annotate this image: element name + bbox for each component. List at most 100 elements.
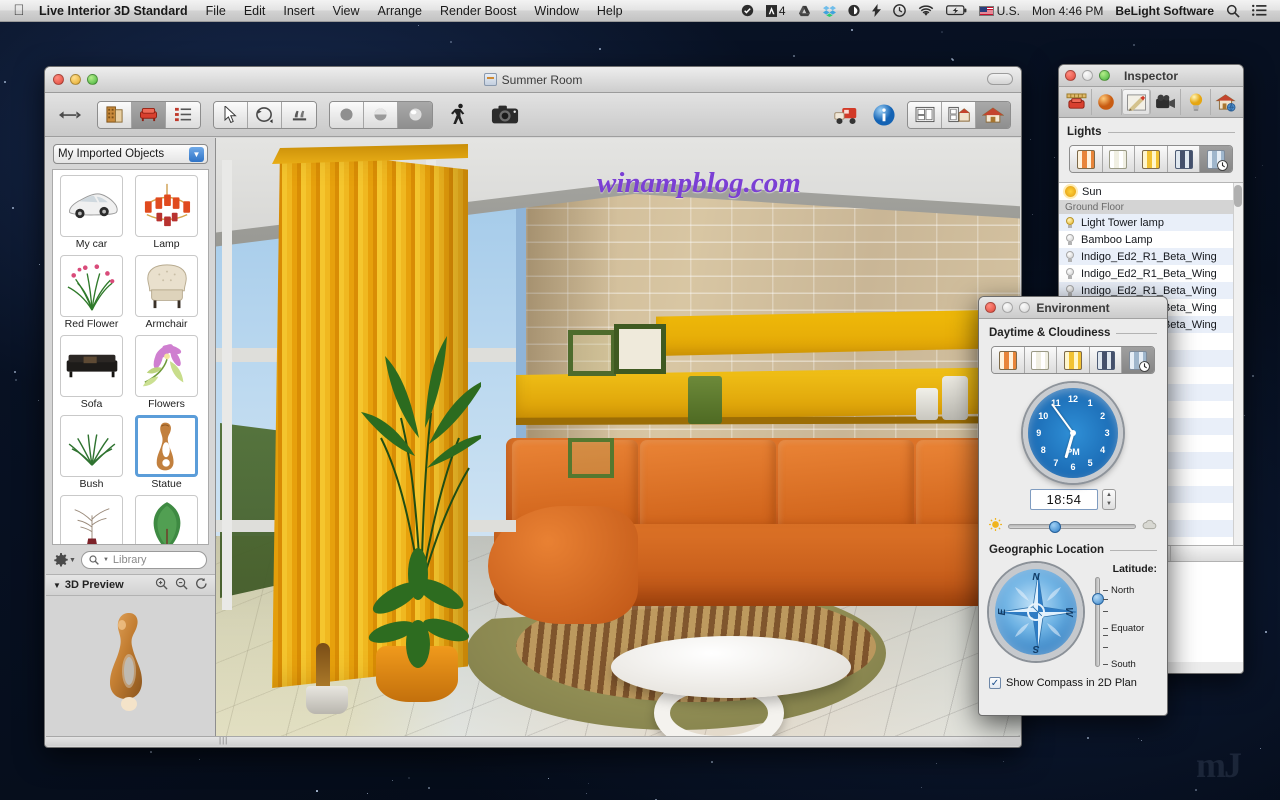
compass-rose-icon[interactable]: N S E W (989, 563, 1083, 661)
checkbox-show-compass[interactable]: ✓ (989, 677, 1001, 689)
library-item-armchair[interactable]: Armchair (132, 255, 201, 331)
bulb-icon[interactable] (1065, 250, 1075, 263)
bulb-icon[interactable] (1065, 284, 1075, 297)
search-icon[interactable] (1221, 0, 1245, 22)
main-window-titlebar[interactable]: Summer Room (45, 67, 1021, 93)
object-properties-icon[interactable] (1062, 89, 1092, 115)
menu-view[interactable]: View (324, 0, 369, 22)
menu-window[interactable]: Window (525, 0, 587, 22)
checkmark-badge-icon[interactable] (736, 0, 759, 22)
minimize-button[interactable] (1082, 70, 1093, 81)
time-input[interactable]: 18:54 (1030, 489, 1098, 510)
menu-help[interactable]: Help (588, 0, 632, 22)
plan-2d-icon[interactable] (908, 101, 942, 128)
menu-app-name[interactable]: Live Interior 3D Standard (30, 0, 197, 22)
house-3d-icon[interactable] (976, 101, 1010, 128)
library-item-bush[interactable]: Bush (57, 415, 126, 491)
menu-bar-clock[interactable]: Mon 4:46 PM (1027, 0, 1108, 22)
building-icon[interactable] (98, 101, 132, 128)
minimize-button[interactable] (1002, 302, 1013, 313)
time-clock-dial[interactable]: 12 1 2 3 4 5 6 7 8 9 10 11 PM (1023, 383, 1123, 483)
zoom-out-icon[interactable] (175, 577, 188, 593)
split-2d-3d-icon[interactable] (942, 101, 976, 128)
library-item-red-flower[interactable]: Red Flower (57, 255, 126, 331)
daytime-day-icon[interactable] (1024, 347, 1058, 373)
red-car-truck-icon[interactable] (831, 101, 861, 129)
slider-knob[interactable] (1049, 520, 1062, 533)
library-item-my-car[interactable]: My car (57, 175, 126, 251)
rotate-icon[interactable] (248, 101, 282, 128)
stepper-up-icon[interactable]: ▲ (1106, 492, 1112, 498)
time-machine-icon[interactable] (888, 0, 911, 22)
flash-icon[interactable] (867, 0, 886, 22)
daytime-day-icon[interactable] (1102, 146, 1136, 172)
shaded-sphere-icon[interactable] (398, 101, 432, 128)
list-item[interactable]: Indigo_Ed2_R1_Beta_Wing (1059, 248, 1243, 265)
apple-logo-icon[interactable]:  (8, 3, 30, 18)
inspector-titlebar[interactable]: Inspector (1059, 65, 1243, 87)
walk-measure-icon[interactable] (282, 101, 316, 128)
zoom-button[interactable] (1019, 302, 1030, 313)
daytime-custom-clock-icon[interactable] (1200, 146, 1232, 172)
triangle-down-icon[interactable]: ▼ (53, 581, 61, 590)
close-button[interactable] (985, 302, 996, 313)
arrow-select-icon[interactable] (214, 101, 248, 128)
draw-pencil-icon[interactable] (1121, 89, 1152, 115)
gear-icon[interactable]: ▼ (54, 553, 76, 567)
bulb-icon[interactable] (1065, 233, 1075, 246)
list-icon[interactable] (1247, 0, 1272, 22)
preview-body[interactable] (46, 596, 215, 736)
furniture-icon[interactable] (132, 101, 166, 128)
walkthrough-person-icon[interactable] (445, 101, 475, 129)
library-item-lamp[interactable]: Lamp (132, 175, 201, 251)
menu-insert[interactable]: Insert (274, 0, 323, 22)
resize-grip[interactable]: ||| (219, 736, 228, 745)
list-item[interactable]: Sun (1059, 183, 1243, 200)
close-button[interactable] (53, 74, 64, 85)
site-house-icon[interactable] (1211, 89, 1240, 115)
scrollbar-vertical[interactable] (1233, 183, 1243, 545)
list-item[interactable]: Indigo_Ed2_R1_Beta_Wing (1059, 265, 1243, 282)
list-item[interactable]: Light Tower lamp (1059, 214, 1243, 231)
library-item-statue[interactable]: Statue (132, 415, 201, 491)
library-item-flowers[interactable]: Flowers (132, 335, 201, 411)
show-compass-checkbox-row[interactable]: ✓ Show Compass in 2D Plan (989, 677, 1157, 689)
adobe-icon[interactable]: 4 (761, 0, 791, 22)
viewport-3d[interactable] (216, 138, 1020, 736)
menu-arrange[interactable]: Arrange (369, 0, 431, 22)
material-sphere-icon[interactable] (1092, 89, 1122, 115)
bulb-icon[interactable] (1065, 267, 1075, 280)
list-item[interactable]: Bamboo Lamp (1059, 231, 1243, 248)
daytime-evening-icon[interactable] (1135, 146, 1168, 172)
stepper-down-icon[interactable]: ▼ (1106, 501, 1112, 507)
google-drive-icon[interactable] (793, 0, 816, 22)
list-outline-icon[interactable] (166, 101, 200, 128)
flat-sphere-icon[interactable] (330, 101, 364, 128)
bulb-icon[interactable] (1065, 216, 1075, 229)
close-button[interactable] (1065, 70, 1076, 81)
half-shaded-sphere-icon[interactable] (364, 101, 398, 128)
search-input[interactable]: ▼ Library (80, 551, 207, 569)
info-icon[interactable] (869, 101, 899, 129)
arrows-left-right-icon[interactable] (55, 101, 85, 129)
daytime-evening-icon[interactable] (1057, 347, 1090, 373)
dropbox-icon[interactable] (818, 0, 841, 22)
stepper-up-down-icon[interactable]: ▲ ▼ (1102, 489, 1116, 510)
zoom-button[interactable] (1099, 70, 1110, 81)
latitude-slider[interactable] (1092, 577, 1104, 667)
droplet-icon[interactable] (843, 0, 865, 22)
menu-render-boost[interactable]: Render Boost (431, 0, 525, 22)
input-locale-flag[interactable]: U.S. (974, 0, 1025, 22)
zoom-button[interactable] (87, 74, 98, 85)
daytime-custom-clock-icon[interactable] (1122, 347, 1154, 373)
menu-file[interactable]: File (197, 0, 235, 22)
library-item-sofa[interactable]: Sofa (57, 335, 126, 411)
menu-bar-user[interactable]: BeLight Software (1110, 0, 1219, 22)
library-object-grid[interactable]: My car Lamp Red Flower Armchair Sofa Flo… (52, 169, 209, 545)
library-item-vase[interactable]: Vase (57, 495, 126, 544)
scrollbar-thumb[interactable] (1234, 185, 1242, 207)
chevron-down-icon[interactable]: ▼ (189, 147, 204, 162)
library-category-select[interactable]: My Imported Objects ▼ (53, 144, 208, 164)
menu-edit[interactable]: Edit (235, 0, 275, 22)
toolbar-toggle-button[interactable] (987, 73, 1013, 85)
